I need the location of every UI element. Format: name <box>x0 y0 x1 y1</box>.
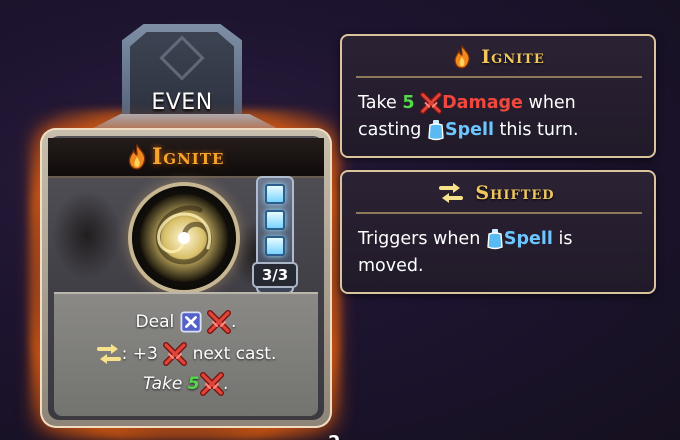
tooltip-text: is <box>558 229 573 249</box>
damage-crossed-swords-icon <box>207 310 231 334</box>
spell-card[interactable]: EVEN Ignite 3/3 Deal .: +3 next cast. T… <box>30 20 341 440</box>
card-text-value: 5 <box>187 374 200 394</box>
card-text-take: Take <box>143 374 183 394</box>
tooltip-text: Triggers when <box>358 229 481 249</box>
charges-count: 3/3 <box>252 262 298 288</box>
shift-arrows-icon <box>96 343 122 365</box>
tooltip-body: Take 5 Damage when casting Spell this tu… <box>358 90 648 144</box>
card-title: Ignite <box>152 144 225 170</box>
card-cost: 2 <box>328 432 341 440</box>
tooltip-value: 5 <box>402 93 415 113</box>
card-text-plus3: : +3 <box>121 344 158 364</box>
charge-pip <box>265 210 285 230</box>
card-text-period: . <box>223 374 229 394</box>
card-text-line-3: Take 5. <box>54 372 318 396</box>
game-screen: EVEN Ignite 3/3 Deal .: +3 next cast. T… <box>0 0 680 440</box>
tooltip-text: this turn. <box>499 120 579 140</box>
card-text-deal: Deal <box>135 312 175 332</box>
tooltip-title: Ignite <box>481 46 545 68</box>
vortex-art-icon <box>140 194 228 282</box>
card-text-period: . <box>231 312 237 332</box>
keyword-tooltip-shifted: Shifted Triggers when Spell is moved. <box>340 170 656 294</box>
damage-crossed-swords-icon <box>420 92 442 114</box>
damage-crossed-swords-icon <box>200 372 224 396</box>
spell-keyword: Spell <box>503 229 553 249</box>
parity-label: EVEN <box>151 90 213 115</box>
card-text-next-cast: next cast. <box>192 344 277 364</box>
tooltip-text: Take <box>358 93 397 113</box>
charge-pip <box>265 236 285 256</box>
spell-potion-icon <box>427 119 445 141</box>
spell-potion-icon <box>486 228 504 250</box>
damage-crossed-swords-icon <box>163 342 187 366</box>
tooltip-title: Shifted <box>475 182 555 204</box>
tooltip-text: when <box>528 93 576 113</box>
scorch-mark <box>52 190 122 280</box>
tooltip-divider <box>356 76 642 78</box>
spell-keyword: Spell <box>444 120 494 140</box>
tooltip-body: Triggers when Spell is moved. <box>358 226 648 280</box>
tooltip-text: casting <box>358 120 422 140</box>
charge-pip <box>265 184 285 204</box>
card-text-line-2: : +3 next cast. <box>54 342 318 366</box>
damage-keyword: Damage <box>442 93 523 113</box>
multiplier-x-icon <box>180 311 202 333</box>
tooltip-text: moved. <box>358 256 424 276</box>
fire-icon <box>126 144 148 170</box>
tooltip-divider <box>356 212 642 214</box>
keyword-tooltip-ignite: Ignite Take 5 Damage when casting Spell … <box>340 34 656 158</box>
card-text-line-1: Deal . <box>54 310 318 334</box>
